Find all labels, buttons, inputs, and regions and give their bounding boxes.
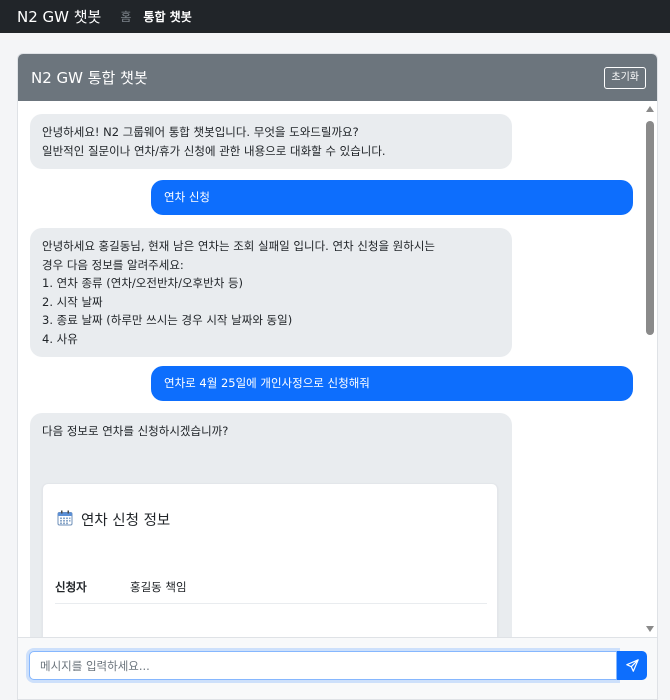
reset-button[interactable]: 초기화 [604,66,646,89]
message-line: 다음 정보로 연차를 신청하시겠습니까? [42,424,229,438]
leave-info-title-text: 연차 신청 정보 [81,512,171,529]
bot-message: 안녕하세요 홍길동님, 현재 남은 연차는 조회 실패일 입니다. 연차 신청을… [30,228,512,357]
nav-current-page[interactable]: 통합 챗봇 [143,8,191,25]
leave-info-row: 신청자 홍길동 책임 [55,578,487,604]
message-line: 연차로 4월 25일에 개인사정으로 신청해줘 [164,376,370,390]
chat-scrollbar[interactable] [643,101,657,637]
message-line: 안녕하세요 홍길동님, 현재 남은 연차는 조회 실패일 입니다. 연차 신청을… [42,239,436,253]
user-message: 연차 신청 [151,180,633,215]
calendar-icon [57,510,73,532]
message-line: 경우 다음 정보를 알려주세요: [42,257,184,272]
message-line: 일반적인 질문이나 연차/휴가 신청에 관한 내용으로 대화할 수 있습니다. [42,143,386,158]
message-line: 안녕하세요! N2 그룹웨어 통합 챗봇입니다. 무엇을 도와드릴까요? [42,125,359,139]
message-line: 연차 신청 [164,190,210,204]
nav-home-link[interactable]: 홈 [120,8,131,25]
message-line: 1. 연차 종류 (연차/오전반차/오후반차 등) [42,276,244,290]
message-line: 4. 사유 [42,331,78,346]
brand-title[interactable]: N2 GW 챗봇 [17,6,101,27]
leave-info-card: 연차 신청 정보 신청자 홍길동 책임 [42,483,498,637]
scroll-down-arrow-icon[interactable] [646,626,654,632]
scrollbar-thumb[interactable] [646,121,654,335]
bot-message: 다음 정보로 연차를 신청하시겠습니까? 연차 신청 정보 신청자 홍길동 책임 [30,413,512,637]
card-title: N2 GW 통합 챗봇 [31,69,148,87]
card-header: N2 GW 통합 챗봇 초기화 [18,54,657,101]
chatbot-card: N2 GW 통합 챗봇 초기화 안녕하세요! N2 그룹웨어 통합 챗봇입니다.… [17,53,658,700]
applicant-value: 홍길동 책임 [130,580,187,594]
applicant-label: 신청자 [55,580,87,594]
bot-message: 안녕하세요! N2 그룹웨어 통합 챗봇입니다. 무엇을 도와드릴까요? 일반적… [30,114,512,169]
scroll-up-arrow-icon[interactable] [646,106,654,112]
message-input[interactable] [29,651,617,680]
send-button[interactable] [617,651,647,680]
message-line: 3. 종료 날짜 (하루만 쓰시는 경우 시작 날짜와 동일) [42,313,293,327]
send-icon [625,659,639,672]
message-line: 2. 시작 날짜 [42,294,103,309]
leave-info-title: 연차 신청 정보 [57,510,170,532]
top-navbar: N2 GW 챗봇 홈 통합 챗봇 [0,0,670,33]
chat-messages[interactable]: 안녕하세요! N2 그룹웨어 통합 챗봇입니다. 무엇을 도와드릴까요? 일반적… [18,101,657,637]
user-message: 연차로 4월 25일에 개인사정으로 신청해줘 [151,366,633,401]
message-input-bar [18,637,657,699]
